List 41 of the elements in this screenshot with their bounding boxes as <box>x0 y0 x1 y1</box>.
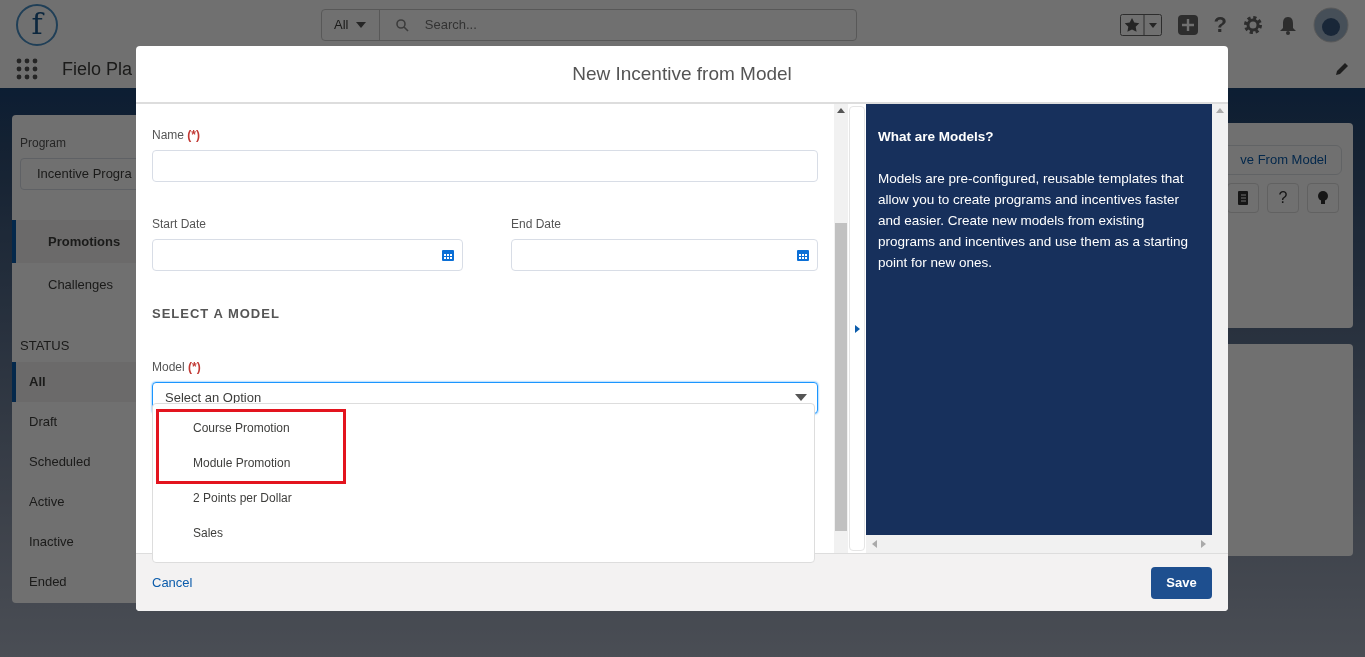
cancel-link[interactable]: Cancel <box>152 572 193 593</box>
panel-toggle-icon[interactable] <box>849 106 865 551</box>
calendar-icon[interactable] <box>442 249 454 261</box>
bell-icon[interactable] <box>1279 15 1297 35</box>
dropdown-option[interactable]: Module Promotion <box>153 445 814 480</box>
pencil-icon[interactable] <box>1335 62 1349 76</box>
dropdown-option[interactable]: 2 Points per Dollar <box>153 480 814 515</box>
scrollbar[interactable] <box>1212 104 1228 535</box>
status-heading: STATUS <box>19 337 71 355</box>
name-input[interactable] <box>152 150 818 182</box>
help-button[interactable]: ? <box>1267 183 1299 213</box>
lightbulb-icon[interactable] <box>1307 183 1339 213</box>
scroll-up-icon[interactable] <box>837 108 845 113</box>
field-label: End Date <box>511 216 563 233</box>
modal-title: New Incentive from Model <box>572 61 792 86</box>
avatar-icon[interactable] <box>1313 7 1349 43</box>
field-label: Name (*) <box>152 127 201 144</box>
app-name: Fielo Pla <box>62 57 133 81</box>
help-title: What are Models? <box>878 128 995 146</box>
favorites-icon[interactable] <box>1119 14 1162 36</box>
notebook-icon[interactable] <box>1227 183 1259 213</box>
dropdown-option[interactable]: Sales <box>153 515 814 550</box>
date-input[interactable] <box>511 239 818 271</box>
scrollbar[interactable] <box>834 104 848 553</box>
search-field[interactable]: All Search... <box>320 9 857 41</box>
search-scope[interactable]: All <box>334 15 349 35</box>
app-logo-icon: f <box>16 4 58 46</box>
search-icon <box>395 18 409 32</box>
date-input[interactable] <box>152 239 463 271</box>
save-button[interactable]: Save <box>1151 566 1212 599</box>
caret-icon <box>795 394 807 401</box>
calendar-icon[interactable] <box>797 249 809 261</box>
settings-icon[interactable] <box>1243 15 1263 35</box>
scroll-right-icon[interactable] <box>1201 540 1206 548</box>
add-icon[interactable] <box>1177 15 1198 35</box>
horizontal-scrollbar[interactable] <box>866 535 1228 553</box>
caret-icon <box>356 22 367 28</box>
app-launcher-icon[interactable] <box>16 58 38 80</box>
section-heading: SELECT A MODEL <box>152 305 281 323</box>
help-icon[interactable]: ? <box>1213 14 1227 36</box>
scroll-left-icon[interactable] <box>872 540 877 548</box>
